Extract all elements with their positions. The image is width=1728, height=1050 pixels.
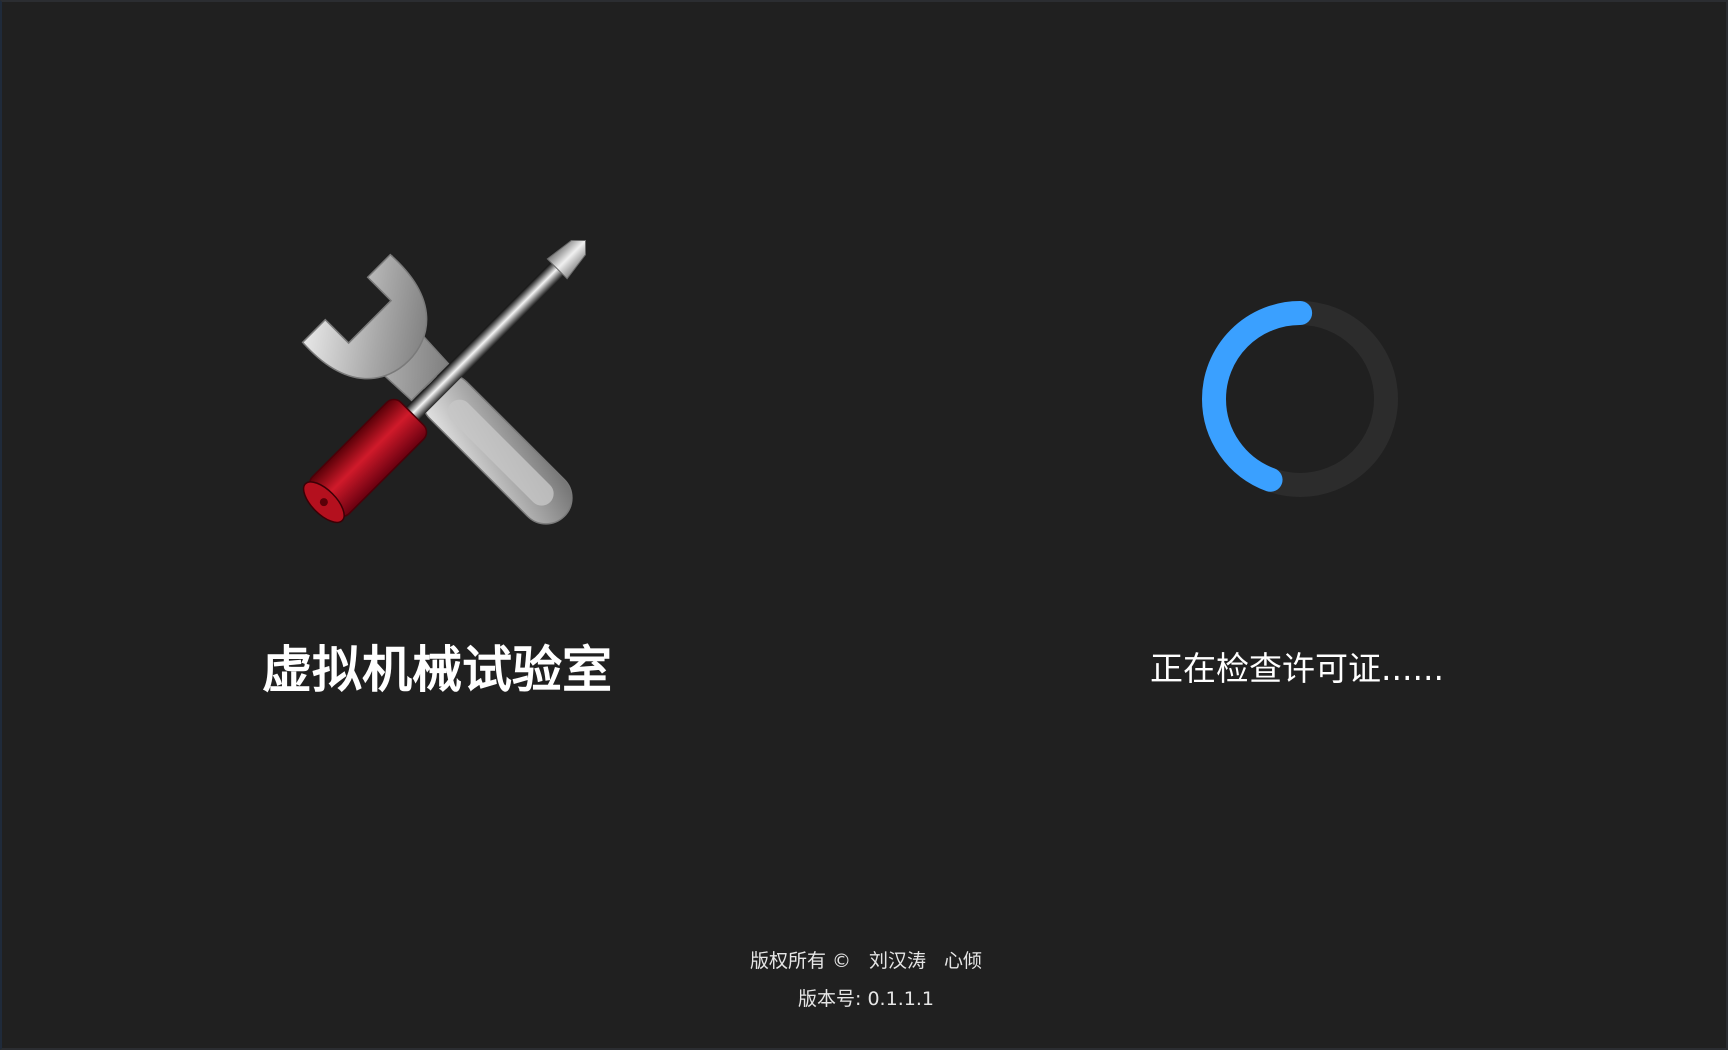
- author-name: 刘汉涛: [869, 950, 927, 972]
- copyright-label: 版权所有 ©: [749, 950, 851, 972]
- license-check-status: 正在检查许可证......: [1150, 649, 1444, 688]
- loading-spinner-icon: [1202, 301, 1398, 497]
- splash-window: 虚拟机械试验室 正在检查许可证...... 版权所有 © 刘汉涛 心倾 版本号: 0…: [0, 0, 1728, 1050]
- wrench-screwdriver-icon: [301, 240, 586, 525]
- author-name-2: 心倾: [944, 950, 983, 972]
- copyright-line: 版权所有 © 刘汉涛 心倾: [2, 942, 1728, 980]
- app-title: 虚拟机械试验室: [262, 641, 612, 699]
- version-label: 版本号: 0.1.1.1: [798, 988, 934, 1010]
- footer: 版权所有 © 刘汉涛 心倾 版本号: 0.1.1.1: [2, 942, 1728, 1018]
